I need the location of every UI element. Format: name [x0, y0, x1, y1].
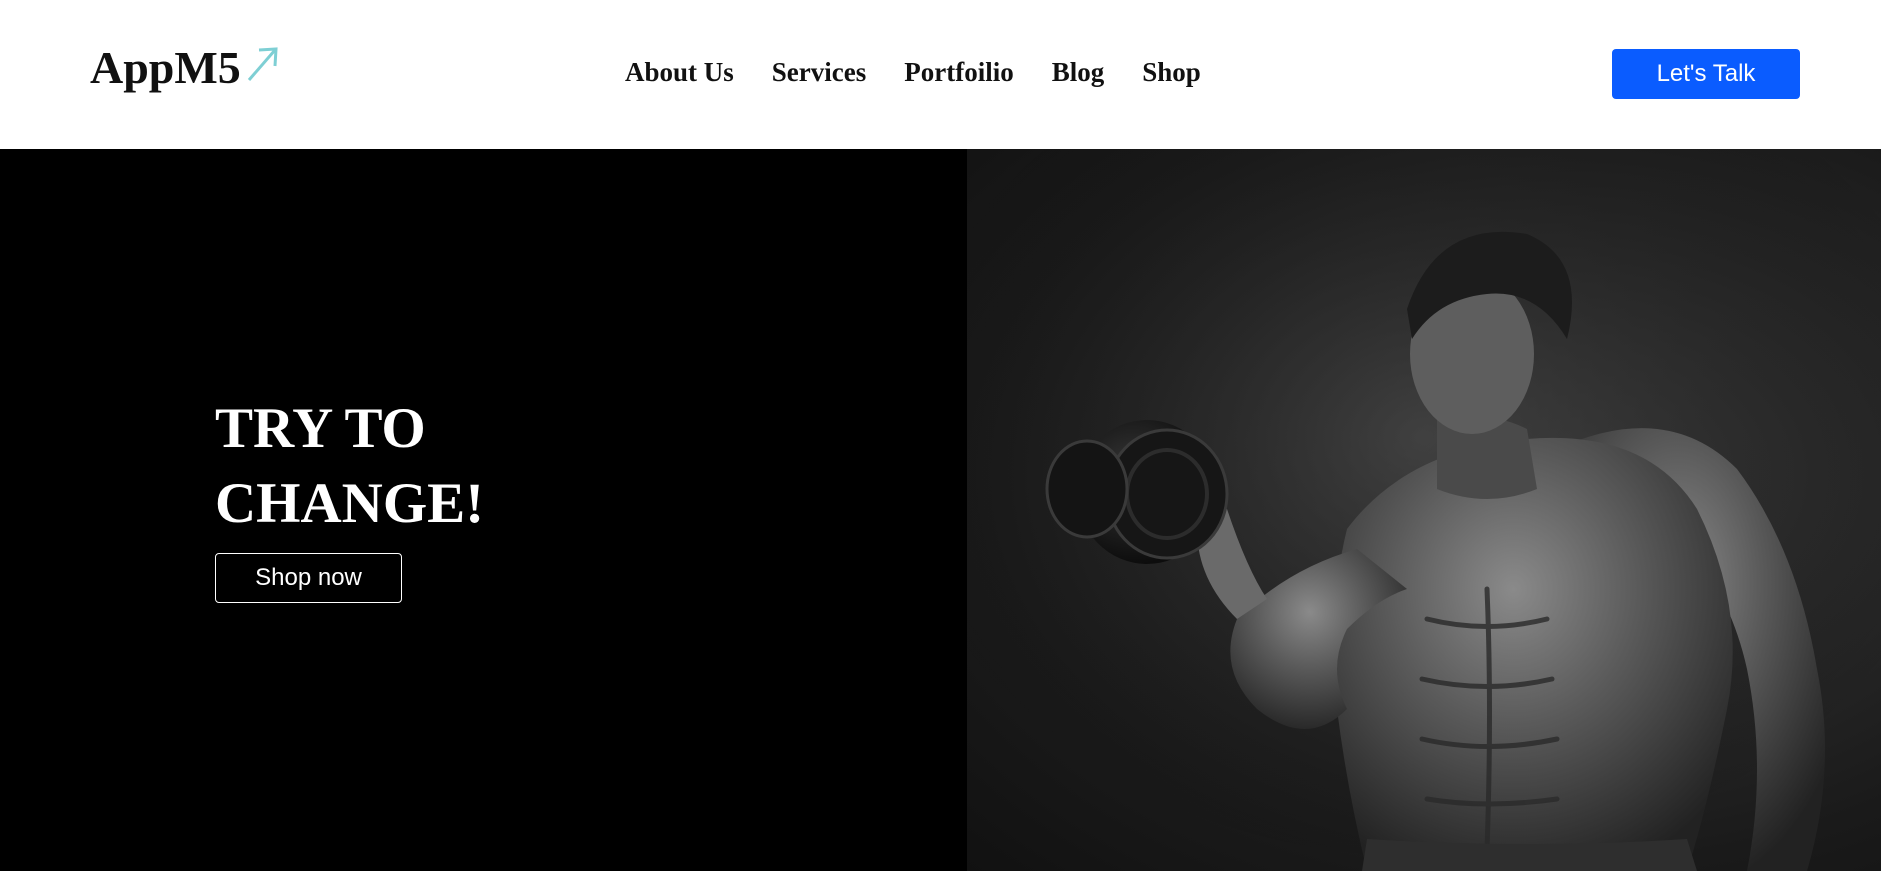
nav-shop[interactable]: Shop — [1142, 57, 1201, 88]
hero-text-panel: TRY TO CHANGE! Shop now — [0, 149, 967, 871]
bodybuilder-dumbbell-photo — [967, 149, 1881, 871]
site-header: AppM5 About Us Services Portfoilio Blog … — [0, 0, 1881, 149]
nav-blog[interactable]: Blog — [1052, 57, 1105, 88]
lets-talk-button[interactable]: Let's Talk — [1612, 49, 1800, 99]
logo-text: AppM5 — [90, 42, 241, 93]
hero-title: TRY TO CHANGE! — [215, 391, 815, 541]
hero-title-line-2: CHANGE! — [215, 472, 485, 535]
hero-image-panel — [967, 149, 1881, 871]
nav-about-us[interactable]: About Us — [625, 57, 734, 88]
nav-services[interactable]: Services — [772, 57, 866, 88]
logo[interactable]: AppM5 — [90, 42, 281, 94]
arrow-up-right-icon — [247, 47, 278, 81]
main-nav: About Us Services Portfoilio Blog Shop — [625, 50, 1201, 94]
hero-title-line-1: TRY TO — [215, 397, 426, 460]
nav-portfolio[interactable]: Portfoilio — [904, 57, 1013, 88]
shop-now-button[interactable]: Shop now — [215, 553, 402, 603]
